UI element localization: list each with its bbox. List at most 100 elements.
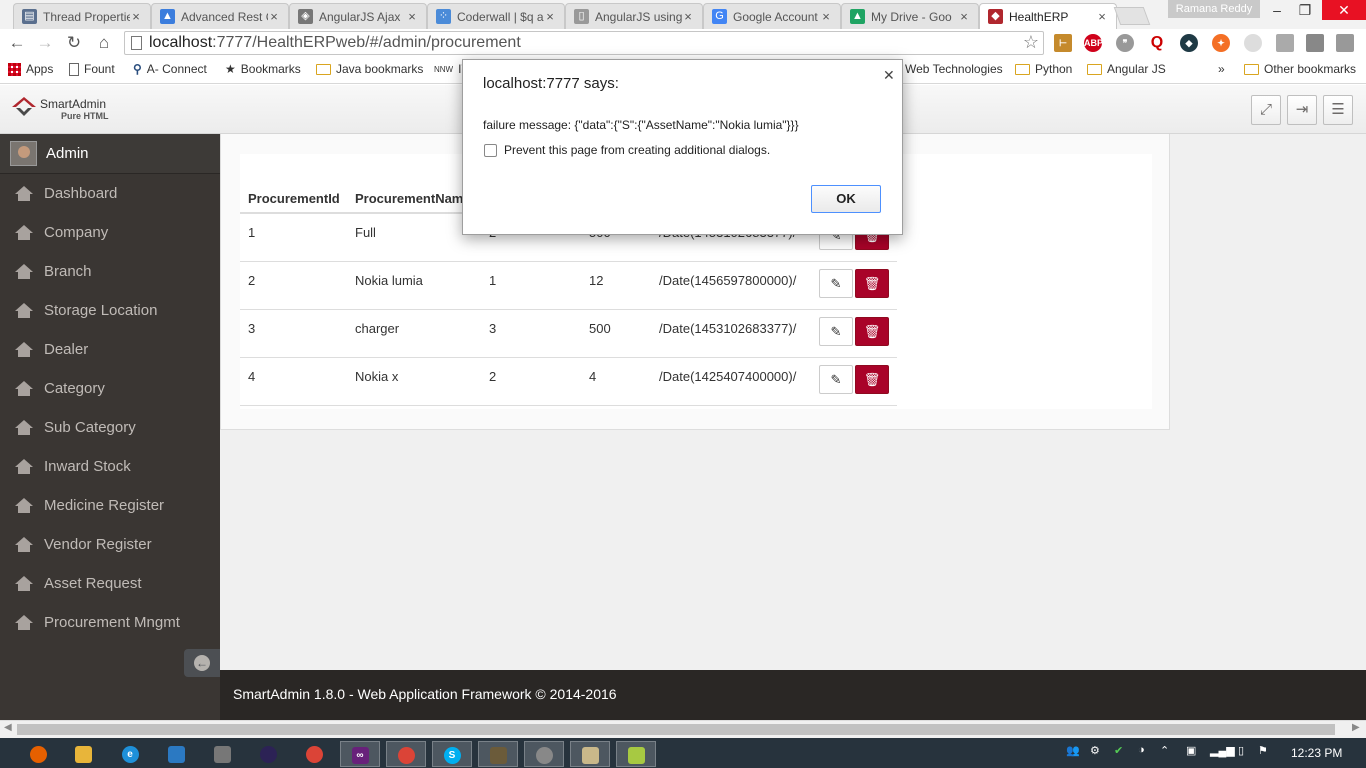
extension-icon[interactable] — [1306, 34, 1324, 52]
reload-icon[interactable]: ↻ — [64, 33, 84, 53]
scroll-right-icon[interactable]: ▶ — [1352, 722, 1360, 733]
extension-icon[interactable] — [1244, 34, 1262, 52]
chevron-up-icon[interactable]: ⌃ — [1160, 744, 1169, 757]
bookmark-item[interactable]: Fount — [69, 62, 115, 76]
taskbar-app[interactable] — [478, 741, 518, 767]
login-info[interactable]: Admin — [0, 134, 220, 174]
battery-icon[interactable]: ▯ — [1238, 744, 1244, 757]
close-icon[interactable]: × — [544, 9, 556, 24]
close-icon[interactable]: × — [682, 9, 694, 24]
home-icon[interactable]: ⌂ — [94, 33, 114, 53]
minimize-icon[interactable]: – — [1262, 0, 1292, 20]
bookmark-folder[interactable]: Other bookmarks — [1244, 62, 1356, 76]
bookmark-folder[interactable]: Java bookmarks — [316, 62, 423, 76]
extension-icon[interactable]: ✦ — [1212, 34, 1230, 52]
flag-icon[interactable]: ⚑ — [1258, 744, 1268, 757]
bookmark-item[interactable]: Web Technologies — [905, 62, 1003, 76]
bookmark-folder[interactable]: Python — [1015, 62, 1072, 76]
minify-sidebar-button[interactable]: ← — [184, 649, 220, 677]
delete-button[interactable]: 🗑 — [855, 316, 889, 346]
fullscreen-button[interactable]: ⤢ — [1251, 95, 1281, 125]
close-icon[interactable]: × — [820, 9, 832, 24]
taskbar-app[interactable] — [570, 741, 610, 767]
taskbar-app[interactable] — [202, 741, 242, 767]
taskbar-ie[interactable]: e — [110, 741, 150, 767]
browser-tab[interactable]: ▤ Thread Propertie × — [13, 3, 151, 29]
sidebar-item-dashboard[interactable]: Dashboard — [0, 174, 220, 213]
browser-tab[interactable]: ⁘ Coderwall | $q a × — [427, 3, 565, 29]
edit-button[interactable]: ✎ — [819, 268, 853, 298]
sidebar-item-branch[interactable]: Branch — [0, 252, 220, 291]
column-header[interactable]: ProcurementName — [347, 184, 481, 214]
sidebar-item-procurement-mngmt[interactable]: Procurement Mngmt — [0, 603, 220, 642]
extension-icon[interactable] — [1336, 34, 1354, 52]
browser-tab[interactable]: ▲ Advanced Rest C × — [151, 3, 289, 29]
prevent-dialogs-label[interactable]: Prevent this page from creating addition… — [504, 143, 770, 157]
delete-button[interactable]: 🗑 — [855, 268, 889, 298]
taskbar-skype[interactable]: S — [432, 741, 472, 767]
browser-tab[interactable]: G Google Account × — [703, 3, 841, 29]
menu-toggle-button[interactable]: ☰ — [1323, 95, 1353, 125]
sidebar-item-medicine-register[interactable]: Medicine Register — [0, 486, 220, 525]
profile-button[interactable]: Ramana Reddy — [1168, 0, 1260, 18]
close-icon[interactable]: × — [268, 9, 280, 24]
new-tab-button[interactable] — [1113, 7, 1151, 25]
ok-button[interactable]: OK — [811, 185, 881, 213]
close-icon[interactable]: × — [130, 9, 142, 24]
close-icon[interactable]: × — [958, 9, 970, 24]
horizontal-scrollbar[interactable]: ◀ ▶ — [0, 720, 1366, 738]
bookmarks-overflow-button[interactable]: » — [1218, 62, 1225, 76]
taskbar-clock[interactable]: 12:23 PM — [1291, 746, 1342, 760]
taskbar-app[interactable] — [156, 741, 196, 767]
scroll-left-icon[interactable]: ◀ — [4, 722, 12, 733]
extension-icon[interactable]: ⊢ — [1054, 34, 1072, 52]
extension-icon[interactable]: ◆ — [1180, 34, 1198, 52]
bookmark-item[interactable]: ⚲ A- Connect — [133, 62, 207, 76]
taskbar-notepad[interactable] — [616, 741, 656, 767]
user-tray-icon[interactable]: 👥 — [1066, 744, 1080, 757]
browser-tab[interactable]: ▯ AngularJS using × — [565, 3, 703, 29]
tray-icon[interactable]: ◑ — [1138, 744, 1145, 756]
logout-button[interactable]: ⇥ — [1287, 95, 1317, 125]
keyboard-icon[interactable]: ▣ — [1186, 744, 1196, 757]
close-icon[interactable]: × — [406, 9, 418, 24]
taskbar-chrome-active[interactable] — [386, 741, 426, 767]
taskbar-visual-studio[interactable]: ∞ — [340, 741, 380, 767]
sidebar-item-dealer[interactable]: Dealer — [0, 330, 220, 369]
column-header[interactable]: ProcurementId — [240, 184, 347, 214]
window-close-icon[interactable]: ✕ — [1322, 0, 1366, 20]
extension-icon[interactable]: ❞ — [1116, 34, 1134, 52]
quora-icon[interactable]: Q — [1148, 34, 1166, 52]
taskbar-eclipse[interactable] — [248, 741, 288, 767]
bookmark-star-icon[interactable]: ☆ — [1023, 32, 1039, 53]
edit-button[interactable]: ✎ — [819, 316, 853, 346]
taskbar-app[interactable] — [524, 741, 564, 767]
sidebar-item-category[interactable]: Category — [0, 369, 220, 408]
bookmark-apps[interactable]: Apps — [8, 62, 53, 76]
prevent-dialogs-checkbox[interactable] — [484, 144, 497, 157]
scrollbar-thumb[interactable] — [17, 724, 1335, 735]
browser-tab[interactable]: ▲ My Drive - Goo × — [841, 3, 979, 29]
bookmark-folder[interactable]: Angular JS — [1087, 62, 1166, 76]
restore-icon[interactable]: ❐ — [1290, 0, 1320, 20]
bookmark-item[interactable]: ★ Bookmarks — [225, 62, 301, 76]
sidebar-item-sub-category[interactable]: Sub Category — [0, 408, 220, 447]
signal-icon[interactable]: ▂▄▆ — [1210, 744, 1235, 757]
sidebar-item-inward-stock[interactable]: Inward Stock — [0, 447, 220, 486]
delete-button[interactable]: 🗑 — [855, 364, 889, 394]
check-tray-icon[interactable]: ✔ — [1114, 744, 1123, 757]
adblock-icon[interactable]: ABP — [1084, 34, 1103, 52]
taskbar-firefox[interactable] — [18, 741, 58, 767]
dialog-close-icon[interactable]: ✕ — [883, 67, 895, 84]
taskbar-chrome[interactable] — [294, 741, 334, 767]
browser-tab-active[interactable]: ◆ HealthERP × — [979, 3, 1117, 29]
back-icon[interactable]: ← — [7, 33, 27, 53]
sidebar-item-vendor-register[interactable]: Vendor Register — [0, 525, 220, 564]
sidebar-item-asset-request[interactable]: Asset Request — [0, 564, 220, 603]
taskbar-explorer[interactable] — [63, 741, 103, 767]
settings-tray-icon[interactable]: ⚙ — [1090, 744, 1100, 757]
browser-tab[interactable]: ◈ AngularJS Ajax × — [289, 3, 427, 29]
sidebar-item-company[interactable]: Company — [0, 213, 220, 252]
extension-icon[interactable] — [1276, 34, 1294, 52]
close-icon[interactable]: × — [1096, 9, 1108, 24]
